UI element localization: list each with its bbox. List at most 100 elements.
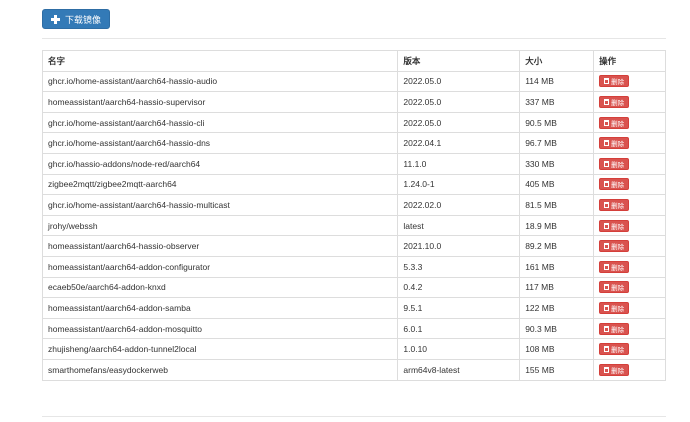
- delete-label: 删除: [611, 99, 625, 107]
- image-version: 1.24.0-1: [397, 173, 521, 196]
- image-name: homeassistant/aarch64-addon-configurator: [41, 255, 399, 278]
- trash-icon: [604, 284, 610, 291]
- image-version: 2022.02.0: [397, 194, 521, 216]
- actions-cell: 删除: [593, 111, 666, 134]
- trash-icon: [604, 325, 610, 332]
- trash-icon: [604, 119, 610, 126]
- delete-label: 删除: [611, 305, 625, 313]
- actions-cell: 删除: [593, 317, 666, 340]
- delete-label: 删除: [611, 244, 625, 252]
- delete-button[interactable]: 删除: [599, 363, 630, 376]
- image-name: jrohy/webssh: [41, 214, 399, 237]
- images-table: 名字 版本 大小 操作 ghcr.io/home-assistant/aarch…: [41, 50, 666, 381]
- plus-icon: [51, 14, 60, 24]
- image-version: latest: [397, 214, 521, 237]
- image-size: 122 MB: [519, 297, 595, 319]
- trash-icon: [604, 98, 610, 105]
- delete-button[interactable]: 删除: [599, 219, 630, 232]
- table-row: zhujisheng/aarch64-addon-tunnel2local 1.0…: [41, 338, 666, 360]
- delete-label: 删除: [611, 79, 625, 87]
- table-header-row: 名字 版本 大小 操作: [41, 50, 666, 72]
- delete-button[interactable]: 删除: [599, 260, 630, 273]
- actions-cell: 删除: [593, 338, 666, 360]
- image-version: 9.5.1: [397, 297, 521, 319]
- trash-icon: [604, 346, 610, 353]
- image-name: homeassistant/aarch64-addon-mosquitto: [41, 317, 399, 340]
- image-version: 2022.04.1: [397, 132, 521, 154]
- image-version: 11.1.0: [397, 152, 521, 175]
- table-row: homeassistant/aarch64-addon-configurator…: [41, 255, 666, 278]
- header-name: 名字: [41, 50, 399, 72]
- toolbar: 下载镜像: [42, 9, 111, 29]
- delete-button[interactable]: 删除: [599, 75, 630, 88]
- image-version: 1.0.10: [397, 338, 521, 360]
- delete-button[interactable]: 删除: [599, 281, 630, 294]
- image-name: homeassistant/aarch64-hassio-supervisor: [41, 91, 399, 113]
- table-row: homeassistant/aarch64-addon-mosquitto 6.0…: [41, 317, 666, 340]
- trash-icon: [604, 160, 610, 167]
- delete-label: 删除: [611, 367, 625, 375]
- image-size: 114 MB: [519, 70, 595, 93]
- table-row: jrohy/webssh latest 18.9 MB 删除: [41, 214, 666, 237]
- table-row: ecaeb50e/aarch64-addon-knxd 0.4.2 117 MB 删除: [41, 276, 666, 299]
- trash-icon: [604, 304, 610, 311]
- delete-button[interactable]: 删除: [599, 198, 630, 211]
- delete-label: 删除: [611, 182, 625, 190]
- trash-icon: [604, 181, 610, 188]
- trash-icon: [604, 263, 610, 270]
- delete-button[interactable]: 删除: [599, 240, 630, 253]
- actions-cell: 删除: [593, 255, 666, 278]
- delete-label: 删除: [611, 223, 625, 231]
- image-size: 90.5 MB: [519, 111, 595, 134]
- header-actions: 操作: [593, 50, 666, 72]
- download-image-button[interactable]: 下载镜像: [42, 9, 111, 29]
- delete-button[interactable]: 删除: [599, 157, 630, 170]
- image-name: ghcr.io/home-assistant/aarch64-hassio-dn…: [41, 132, 399, 154]
- actions-cell: 删除: [593, 91, 666, 113]
- image-size: 330 MB: [519, 152, 595, 175]
- table-row: ghcr.io/home-assistant/aarch64-hassio-dn…: [41, 132, 666, 154]
- divider: [42, 38, 666, 39]
- table-row: homeassistant/aarch64-hassio-observer 202…: [41, 235, 666, 257]
- delete-button[interactable]: 删除: [599, 116, 630, 129]
- delete-label: 删除: [611, 326, 625, 334]
- image-name: homeassistant/aarch64-hassio-observer: [41, 235, 399, 257]
- image-version: 5.3.3: [397, 255, 521, 278]
- delete-button[interactable]: 删除: [599, 301, 630, 314]
- image-version: 0.4.2: [397, 276, 521, 299]
- actions-cell: 删除: [593, 276, 666, 299]
- delete-label: 删除: [611, 141, 625, 149]
- image-name: ghcr.io/home-assistant/aarch64-hassio-cl…: [41, 111, 399, 134]
- delete-label: 删除: [611, 120, 625, 128]
- image-name: zhujisheng/aarch64-addon-tunnel2local: [41, 338, 399, 360]
- delete-button[interactable]: 删除: [599, 178, 630, 191]
- actions-cell: 删除: [593, 173, 666, 196]
- delete-label: 删除: [611, 264, 625, 272]
- image-name: homeassistant/aarch64-addon-samba: [41, 297, 399, 319]
- image-name: smarthomefans/easydockerweb: [41, 358, 399, 381]
- header-size: 大小: [519, 50, 595, 72]
- actions-cell: 删除: [593, 70, 666, 93]
- image-version: 2022.05.0: [397, 91, 521, 113]
- table-row: ghcr.io/home-assistant/aarch64-hassio-cl…: [41, 111, 666, 134]
- actions-cell: 删除: [593, 132, 666, 154]
- delete-button[interactable]: 删除: [599, 343, 630, 356]
- actions-cell: 删除: [593, 358, 666, 381]
- image-size: 81.5 MB: [519, 194, 595, 216]
- image-size: 155 MB: [519, 358, 595, 381]
- table-row: zigbee2mqtt/zigbee2mqtt-aarch64 1.24.0-1 4…: [41, 173, 666, 196]
- actions-cell: 删除: [593, 194, 666, 216]
- delete-button[interactable]: 删除: [599, 322, 630, 335]
- delete-button[interactable]: 删除: [599, 95, 630, 108]
- image-name: zigbee2mqtt/zigbee2mqtt-aarch64: [41, 173, 399, 196]
- image-version: arm64v8-latest: [397, 358, 521, 381]
- table-row: ghcr.io/hassio-addons/node-red/aarch64 11…: [41, 152, 666, 175]
- actions-cell: 删除: [593, 152, 666, 175]
- divider: [42, 416, 666, 417]
- trash-icon: [604, 243, 610, 250]
- image-name: ghcr.io/home-assistant/aarch64-hassio-mu…: [41, 194, 399, 216]
- image-size: 117 MB: [519, 276, 595, 299]
- delete-button[interactable]: 删除: [599, 137, 630, 150]
- trash-icon: [604, 366, 610, 373]
- actions-cell: 删除: [593, 214, 666, 237]
